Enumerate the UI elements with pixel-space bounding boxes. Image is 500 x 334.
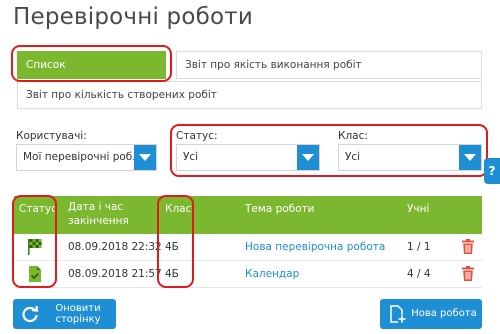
add-document-icon: [390, 305, 406, 323]
class-filter-select[interactable]: Усі: [338, 144, 482, 171]
class-filter-value: Усі: [345, 151, 361, 163]
col-status-header: Статус: [19, 203, 57, 215]
checkered-flag-icon: [28, 239, 42, 255]
col-datetime-header-line1: Дата і час: [68, 201, 124, 213]
new-work-button[interactable]: Нова робота: [380, 299, 482, 329]
tab-list[interactable]: Список: [17, 51, 166, 79]
users-filter-select[interactable]: Мої перевірочні роб...: [16, 144, 157, 171]
row-students: 1 / 1: [407, 241, 431, 253]
refresh-label-line1: Оновити: [55, 303, 101, 314]
users-filter-value: Мої перевірочні роб...: [23, 151, 143, 163]
row-class: 4Б: [165, 268, 179, 280]
row-class: 4Б: [165, 241, 179, 253]
refresh-page-button[interactable]: Оновити сторінку: [13, 299, 116, 329]
col-datetime-header-line2: закінчення: [68, 215, 129, 227]
status-filter-value: Усі: [183, 151, 199, 163]
tab-quality-report[interactable]: Звіт про якість виконання робіт: [176, 51, 482, 79]
table-header: Статус Дата і час закінчення Клас Тема р…: [14, 196, 482, 234]
chevron-down-icon[interactable]: [134, 145, 156, 170]
row-topic-link[interactable]: Нова перевірочна робота: [245, 241, 385, 253]
col-class-header: Клас: [165, 203, 192, 215]
table-row[interactable]: 08.09.2018 22:32 4Б Нова перевірочна роб…: [14, 234, 482, 261]
page-title: Перевірочні роботи: [13, 4, 254, 30]
row-topic-link[interactable]: Календар: [245, 268, 299, 280]
new-work-label: Нова робота: [411, 308, 477, 319]
table-row[interactable]: 08.09.2018 21:57 4Б Календар 4 / 4: [14, 261, 482, 288]
status-filter-label: Статус:: [176, 130, 218, 142]
class-filter-label: Клас:: [338, 130, 368, 142]
chevron-down-icon[interactable]: [459, 145, 481, 170]
row-students: 4 / 4: [407, 268, 431, 280]
status-filter-select[interactable]: Усі: [176, 144, 320, 171]
trash-icon[interactable]: [462, 239, 474, 254]
refresh-label-line2: сторінку: [55, 314, 101, 325]
refresh-icon: [22, 305, 39, 323]
tab-count-report[interactable]: Звіт про кількість створених робіт: [17, 81, 482, 109]
row-datetime: 08.09.2018 21:57: [68, 268, 162, 280]
users-filter-label: Користувачі:: [16, 130, 87, 142]
document-check-icon: [29, 266, 41, 282]
row-datetime: 08.09.2018 22:32: [68, 241, 162, 253]
help-button[interactable]: ?: [484, 158, 500, 184]
col-topic-header: Тема роботи: [245, 203, 315, 215]
trash-icon[interactable]: [462, 266, 474, 281]
chevron-down-icon[interactable]: [297, 145, 319, 170]
col-students-header: Учні: [407, 203, 430, 215]
